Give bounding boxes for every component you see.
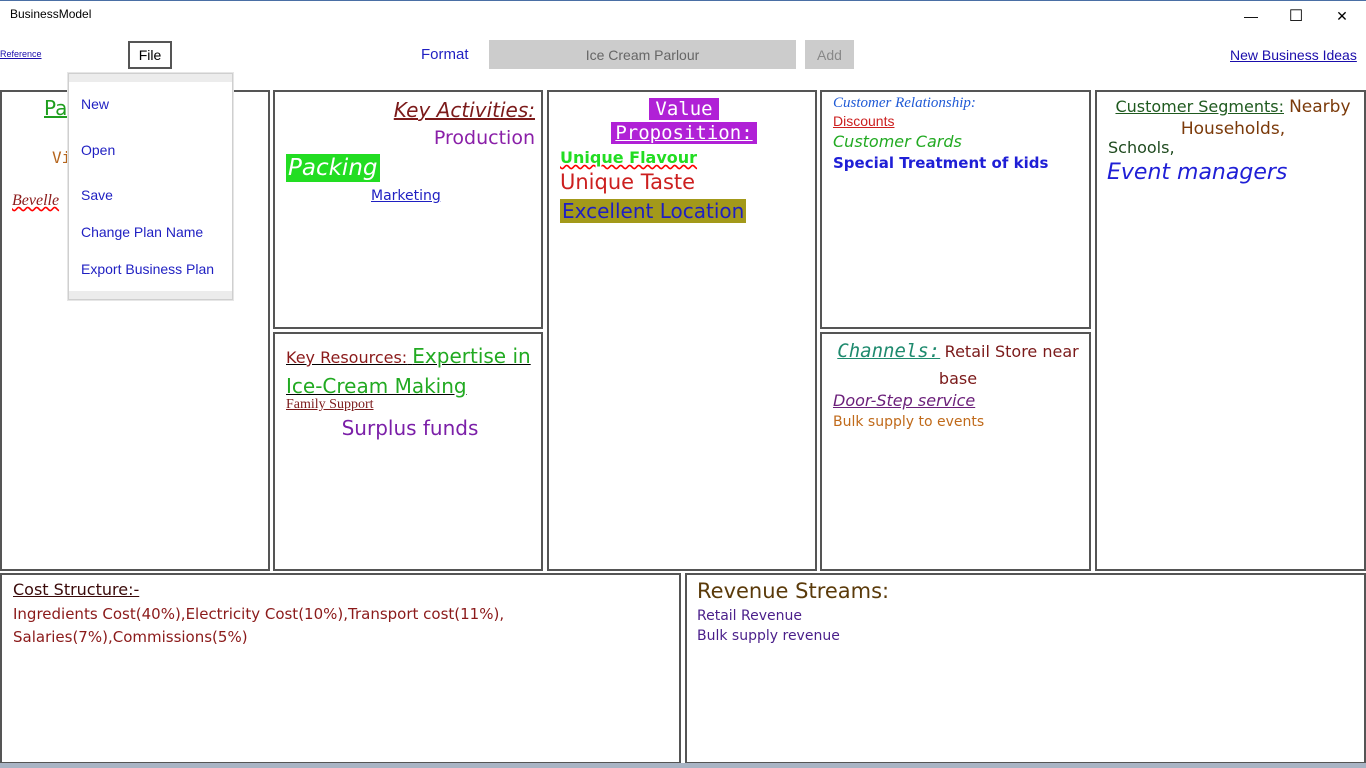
maximize-icon: ☐ [1288, 8, 1304, 25]
customer-segments-item: Schools, [1108, 138, 1175, 157]
channels-heading: Channels: [837, 340, 941, 362]
value-proposition-heading-line2: Proposition: [611, 122, 757, 144]
channels-item: Bulk supply to events [833, 414, 985, 430]
cost-structure-text: Ingredients Cost(40%),Electricity Cost(1… [13, 605, 505, 646]
key-partners-item: Bevelle [12, 192, 60, 209]
key-resources-item: Family Support [286, 397, 374, 412]
channels-item: Door-Step service [833, 391, 976, 410]
file-button[interactable]: File [128, 41, 172, 69]
customer-relationship-panel[interactable]: Customer Relationship: Discounts Custome… [820, 90, 1091, 329]
menu-item-export-business-plan[interactable]: Export Business Plan [81, 261, 214, 277]
key-activities-item: Packing [286, 154, 380, 182]
value-proposition-heading: Value Proposition: [549, 97, 815, 145]
app-title: BusinessModel [10, 7, 92, 21]
title-bar: BusinessModel — ☐ ✕ [0, 0, 1366, 32]
file-menu: New Open Save Change Plan Name Export Bu… [68, 73, 233, 300]
menu-item-change-plan-name[interactable]: Change Plan Name [81, 224, 203, 240]
file-button-label: File [138, 47, 162, 63]
menu-top-padding [69, 74, 232, 82]
customer-relationship-heading: Customer Relationship: [833, 95, 976, 111]
menu-bottom-padding [69, 291, 232, 299]
revenue-streams-heading: Revenue Streams: [697, 579, 890, 603]
key-resources-item: Surplus funds [341, 416, 479, 440]
add-button-label: Add [817, 46, 842, 63]
customer-segments-panel[interactable]: Customer Segments: Nearby Households, Sc… [1095, 90, 1366, 571]
format-button[interactable]: Format [421, 46, 469, 63]
key-activities-panel[interactable]: Key Activities: Production Packing Marke… [273, 90, 543, 329]
key-resources-heading: Key Resources: [286, 348, 408, 367]
revenue-streams-panel[interactable]: Revenue Streams: Retail Revenue Bulk sup… [685, 573, 1366, 764]
menu-item-save[interactable]: Save [81, 187, 113, 203]
value-proposition-item: Excellent Location [560, 199, 747, 223]
taskbar-edge [0, 763, 1366, 768]
customer-relationship-item: Special Treatment of kids [833, 154, 1049, 172]
channels-line: Channels: Retail Store near base [833, 338, 1083, 393]
plan-name-value: Ice Cream Parlour [585, 46, 700, 63]
menu-item-open[interactable]: Open [81, 142, 115, 158]
channels-panel[interactable]: Channels: Retail Store near base Door-St… [820, 332, 1091, 571]
minimize-button[interactable]: — [1228, 1, 1274, 31]
customer-segments-heading: Customer Segments: [1115, 97, 1284, 116]
add-button[interactable]: Add [805, 40, 854, 69]
key-resources-panel[interactable]: Key Resources: Expertise in Ice-Cream Ma… [273, 332, 543, 571]
revenue-streams-item: Bulk supply revenue [697, 628, 840, 644]
value-proposition-panel[interactable]: Value Proposition: Unique Flavour Unique… [547, 90, 817, 571]
minimize-icon: — [1244, 8, 1258, 24]
menu-item-new[interactable]: New [81, 96, 109, 112]
customer-relationship-item: Customer Cards [833, 132, 962, 151]
key-activities-item: Marketing [371, 188, 441, 204]
cost-structure-heading: Cost Structure:- [13, 580, 140, 599]
customer-segments-item: Event managers [1107, 160, 1288, 185]
close-icon: ✕ [1336, 7, 1348, 24]
plan-name-input[interactable]: Ice Cream Parlour [489, 40, 796, 69]
new-business-ideas-link[interactable]: New Business Ideas [1230, 47, 1357, 63]
reference-link[interactable]: Reference [0, 49, 42, 59]
maximize-button[interactable]: ☐ [1273, 1, 1319, 31]
key-activities-item: Production [433, 127, 535, 149]
key-resources-line: Key Resources: Expertise in Ice-Cream Ma… [286, 342, 536, 402]
close-button[interactable]: ✕ [1319, 1, 1365, 31]
channels-item: Retail Store near base [938, 342, 1079, 388]
value-proposition-item: Unique Flavour [560, 148, 698, 167]
key-partners-heading: Pa [44, 96, 68, 120]
revenue-streams-item: Retail Revenue [697, 608, 802, 624]
customer-segments-line: Customer Segments: Nearby Households, [1108, 96, 1358, 140]
value-proposition-heading-line1: Value [649, 98, 719, 120]
key-activities-heading: Key Activities: [393, 98, 535, 122]
value-proposition-item: Unique Taste [560, 170, 696, 194]
customer-relationship-item: Discounts [833, 113, 895, 129]
cost-structure-panel[interactable]: Cost Structure:- Ingredients Cost(40%),E… [0, 573, 681, 764]
